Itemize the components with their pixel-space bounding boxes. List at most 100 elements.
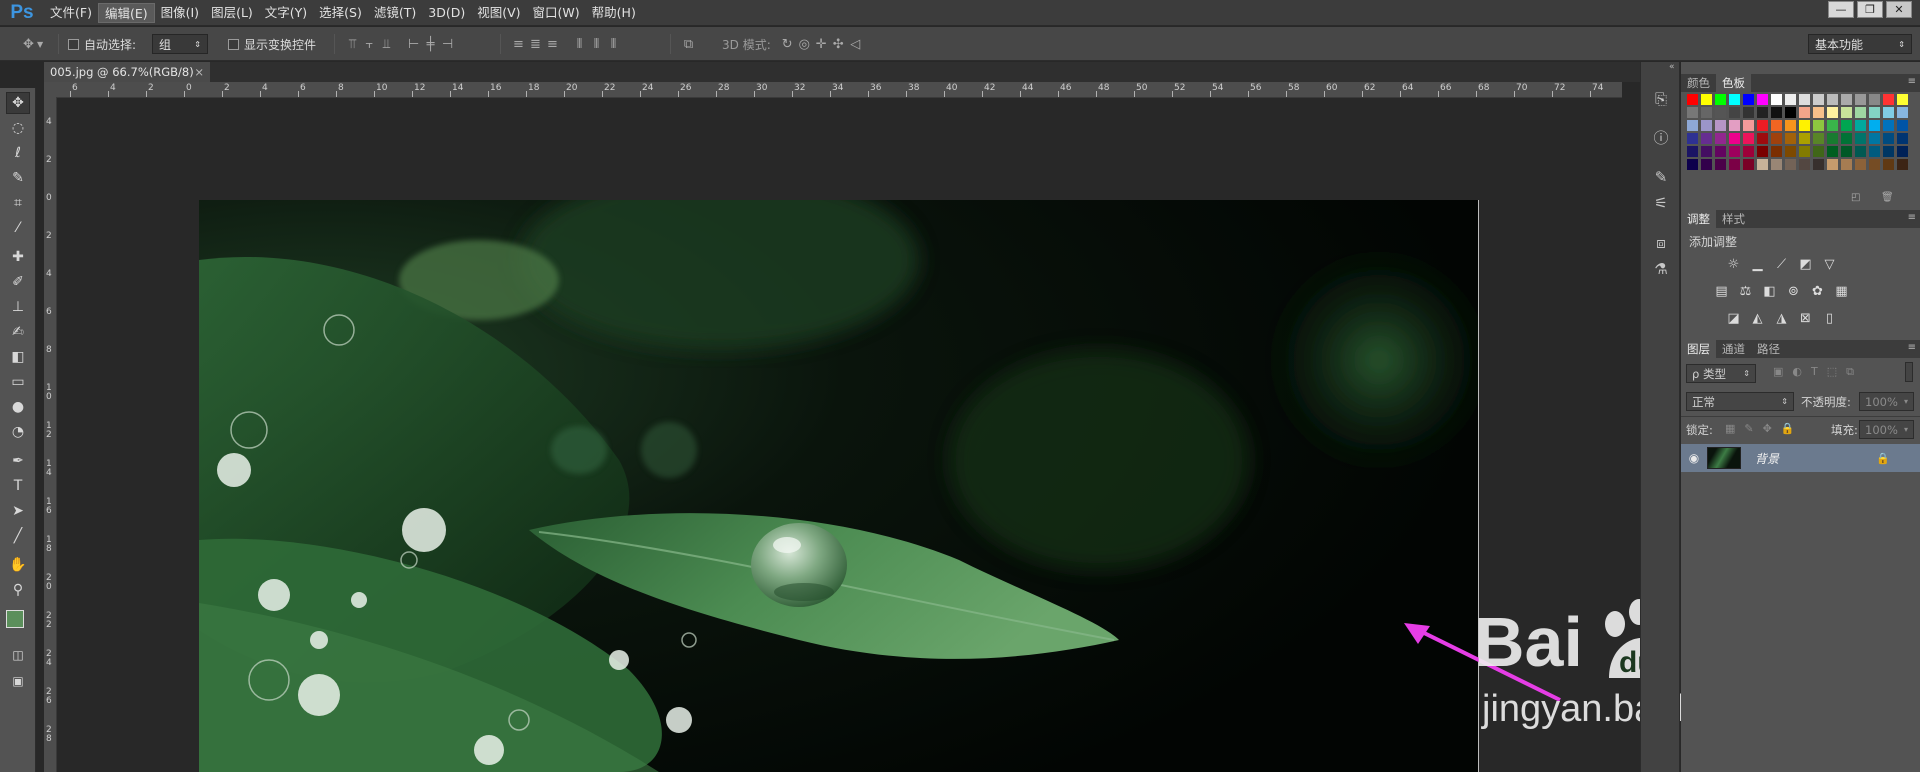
color-swatch[interactable] bbox=[1799, 159, 1810, 170]
color-swatch[interactable] bbox=[1701, 107, 1712, 118]
close-button[interactable]: ✕ bbox=[1886, 1, 1912, 18]
invert-icon[interactable]: ◪ bbox=[1725, 310, 1742, 327]
color-swatch[interactable] bbox=[1743, 120, 1754, 131]
path-select-tool-icon[interactable]: ➤ bbox=[6, 500, 30, 522]
auto-select-dropdown[interactable]: 组 ⇕ bbox=[152, 34, 208, 54]
color-swatch[interactable] bbox=[1715, 107, 1726, 118]
color-swatch[interactable] bbox=[1701, 120, 1712, 131]
quick-mask-icon[interactable]: ◫ bbox=[6, 644, 30, 666]
color-swatch[interactable] bbox=[1841, 94, 1852, 105]
3d-scale-icon[interactable]: ◁ bbox=[847, 37, 864, 52]
panel-menu-icon[interactable]: ≡ bbox=[1908, 76, 1916, 87]
color-swatch[interactable] bbox=[1897, 133, 1908, 144]
eye-icon[interactable]: ◉ bbox=[1681, 451, 1707, 465]
distribute-right-icon[interactable]: ⦀ bbox=[605, 37, 622, 52]
screen-mode-icon[interactable]: ▣ bbox=[6, 670, 30, 692]
eyedropper-tool-icon[interactable]: ⁄ bbox=[6, 217, 30, 239]
color-swatch[interactable] bbox=[1743, 107, 1754, 118]
color-swatch[interactable] bbox=[1771, 107, 1782, 118]
distribute-hcenter-icon[interactable]: ⦀ bbox=[588, 37, 605, 52]
foreground-color-swatch[interactable] bbox=[6, 610, 24, 628]
workspace-dropdown[interactable]: 基本功能 ⇕ bbox=[1808, 34, 1912, 54]
move-tool-icon[interactable]: ✥ bbox=[6, 92, 30, 114]
menu-item[interactable]: 编辑(E) bbox=[97, 2, 155, 23]
3d-roll-icon[interactable]: ◎ bbox=[796, 37, 813, 52]
history-brush-tool-icon[interactable]: ✍ bbox=[6, 321, 30, 343]
tab-adjustments[interactable]: 调整 bbox=[1681, 210, 1716, 228]
minimize-button[interactable]: — bbox=[1828, 1, 1854, 18]
color-swatch[interactable] bbox=[1729, 133, 1740, 144]
eraser-tool-icon[interactable]: ◧ bbox=[6, 346, 30, 368]
color-swatch[interactable] bbox=[1813, 159, 1824, 170]
adjustment-filter-icon[interactable]: ◐ bbox=[1792, 365, 1802, 379]
pixel-filter-icon[interactable]: ▣ bbox=[1773, 365, 1783, 379]
color-swatch[interactable] bbox=[1813, 146, 1824, 157]
color-swatch[interactable] bbox=[1715, 94, 1726, 105]
color-swatch[interactable] bbox=[1869, 107, 1880, 118]
color-swatch[interactable] bbox=[1883, 146, 1894, 157]
color-swatch[interactable] bbox=[1729, 146, 1740, 157]
color-swatch[interactable] bbox=[1883, 107, 1894, 118]
color-swatch[interactable] bbox=[1687, 133, 1698, 144]
tab-swatches[interactable]: 色板 bbox=[1716, 74, 1751, 92]
color-swatch[interactable] bbox=[1687, 120, 1698, 131]
color-swatch[interactable] bbox=[1729, 107, 1740, 118]
color-swatch[interactable] bbox=[1715, 146, 1726, 157]
color-swatch[interactable] bbox=[1827, 133, 1838, 144]
color-swatch[interactable] bbox=[1771, 159, 1782, 170]
close-tab-icon[interactable]: × bbox=[194, 65, 204, 79]
color-swatch[interactable] bbox=[1799, 120, 1810, 131]
color-swatch[interactable] bbox=[1869, 133, 1880, 144]
menu-item[interactable]: 滤镜(T) bbox=[368, 3, 422, 23]
brush-panel-icon[interactable]: ✎ bbox=[1650, 166, 1672, 188]
levels-icon[interactable]: ▁ bbox=[1749, 256, 1766, 273]
color-swatch[interactable] bbox=[1785, 146, 1796, 157]
color-swatch[interactable] bbox=[1771, 146, 1782, 157]
quick-select-tool-icon[interactable]: ✎ bbox=[6, 167, 30, 189]
move-tool-preset[interactable]: ✥ ▼ bbox=[20, 27, 43, 61]
checkbox[interactable] bbox=[68, 38, 79, 50]
color-swatch[interactable] bbox=[1771, 94, 1782, 105]
color-swatch[interactable] bbox=[1827, 94, 1838, 105]
distribute-top-icon[interactable]: ≡ bbox=[510, 37, 527, 52]
tab-color[interactable]: 颜色 bbox=[1681, 74, 1716, 92]
exposure-icon[interactable]: ◩ bbox=[1797, 256, 1814, 273]
3d-rotate-icon[interactable]: ↻ bbox=[779, 37, 796, 52]
color-swatch[interactable] bbox=[1869, 120, 1880, 131]
type-tool-icon[interactable]: T bbox=[6, 475, 30, 497]
color-swatch[interactable] bbox=[1701, 146, 1712, 157]
show-transform-checkbox[interactable]: 显示变换控件 bbox=[228, 27, 316, 61]
shape-filter-icon[interactable]: ⬚ bbox=[1827, 365, 1837, 379]
color-swatch[interactable] bbox=[1813, 107, 1824, 118]
color-swatch[interactable] bbox=[1743, 94, 1754, 105]
tab-paths[interactable]: 路径 bbox=[1751, 340, 1786, 358]
lock-transparent-icon[interactable]: ▦ bbox=[1725, 422, 1735, 435]
history-panel-icon[interactable]: ⎘ bbox=[1650, 88, 1672, 110]
color-swatch[interactable] bbox=[1687, 146, 1698, 157]
color-swatch[interactable] bbox=[1869, 94, 1880, 105]
clone-source-icon[interactable]: ⧈ bbox=[1650, 232, 1672, 254]
color-swatch[interactable] bbox=[1869, 159, 1880, 170]
color-swatch[interactable] bbox=[1687, 159, 1698, 170]
menu-item[interactable]: 窗口(W) bbox=[527, 3, 586, 23]
color-swatch[interactable] bbox=[1687, 94, 1698, 105]
color-swatch[interactable] bbox=[1841, 159, 1852, 170]
color-swatch[interactable] bbox=[1785, 120, 1796, 131]
type-filter-icon[interactable]: T bbox=[1811, 365, 1818, 379]
lock-pixels-icon[interactable]: ✎ bbox=[1744, 422, 1753, 435]
gradient-map-icon[interactable]: ⊠ bbox=[1797, 310, 1814, 327]
align-vcenter-icon[interactable]: ⫟ bbox=[361, 37, 378, 52]
smart-filter-icon[interactable]: ⧉ bbox=[1846, 365, 1854, 379]
color-swatch[interactable] bbox=[1785, 94, 1796, 105]
color-swatch[interactable] bbox=[1785, 107, 1796, 118]
lock-position-icon[interactable]: ✥ bbox=[1763, 422, 1772, 435]
color-swatch[interactable] bbox=[1841, 133, 1852, 144]
color-swatch[interactable] bbox=[1883, 133, 1894, 144]
fill-input[interactable]: 100% ▾ bbox=[1859, 420, 1914, 439]
color-swatch[interactable] bbox=[1757, 120, 1768, 131]
color-swatch[interactable] bbox=[1771, 133, 1782, 144]
menu-item[interactable]: 视图(V) bbox=[471, 3, 526, 23]
color-swatch[interactable] bbox=[1729, 159, 1740, 170]
blend-mode-dropdown[interactable]: 正常 ⇕ bbox=[1686, 392, 1794, 411]
hand-tool-icon[interactable]: ✋ bbox=[6, 554, 30, 576]
